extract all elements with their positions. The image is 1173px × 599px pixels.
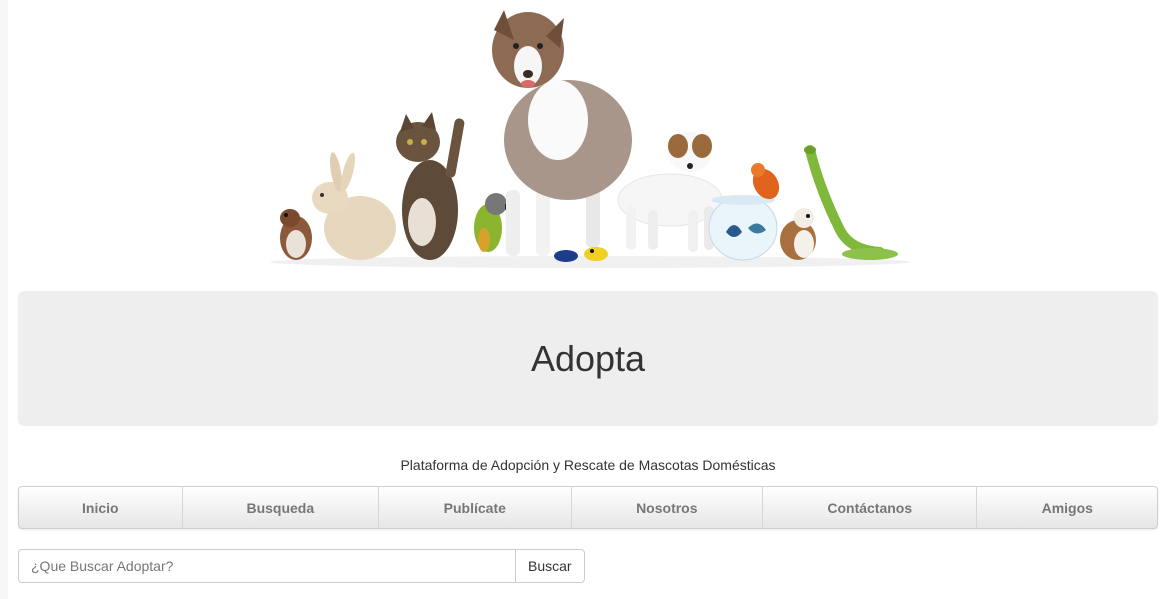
snake-figure [804,145,898,260]
nav-item-inicio[interactable]: Inicio [19,487,183,528]
nav-item-publicate[interactable]: Publícate [379,487,572,528]
fishbowl-figure [708,195,778,261]
shepherd-dog-figure [492,10,632,256]
main-navbar: Inicio Busqueda Publícate Nosotros Contá… [18,486,1158,529]
nav-item-contactanos[interactable]: Contáctanos [763,487,978,528]
tagline: Plataforma de Adopción y Rescate de Masc… [400,457,776,473]
search-form: Buscar [18,549,585,583]
page-title: Adopta [530,337,646,379]
nav-item-amigos[interactable]: Amigos [977,487,1157,528]
search-button[interactable]: Buscar [516,549,585,583]
nav-item-busqueda[interactable]: Busqueda [183,487,380,528]
nav-item-nosotros[interactable]: Nosotros [572,487,764,528]
animals-illustration [270,10,910,268]
rabbit-figure [312,152,396,260]
jumbotron: Adopta [18,291,1158,426]
guinea-pig-figure [780,208,816,260]
animals-banner-image [18,0,1158,280]
hamster-figure [280,209,312,260]
search-input[interactable] [18,549,516,583]
terrier-dog-figure [617,132,723,252]
page-edge [0,0,8,599]
cat-figure [396,112,465,260]
